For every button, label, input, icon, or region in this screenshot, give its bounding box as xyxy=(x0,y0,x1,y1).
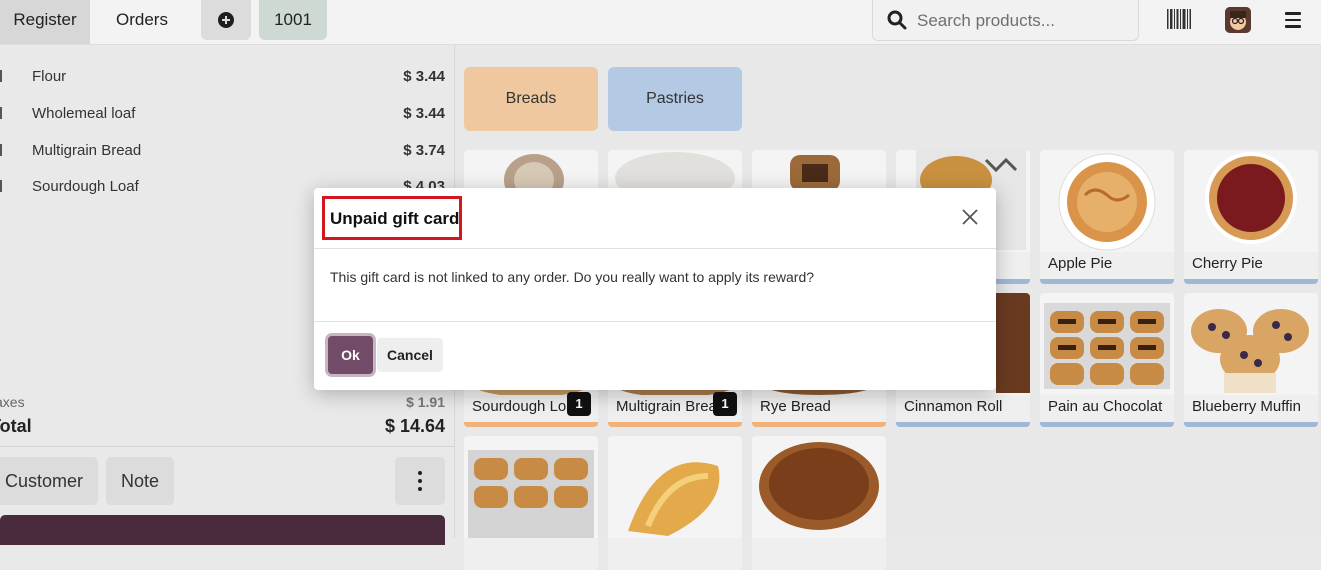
unpaid-gift-card-dialog: Unpaid gift card This gift card is not l… xyxy=(314,188,996,390)
ok-button[interactable]: Ok xyxy=(328,336,373,374)
close-icon[interactable] xyxy=(961,208,979,226)
dialog-title: Unpaid gift card xyxy=(330,209,460,228)
cancel-button[interactable]: Cancel xyxy=(377,338,443,372)
dialog-footer-divider xyxy=(314,321,996,322)
dialog-message: This gift card is not linked to any orde… xyxy=(330,269,815,285)
dialog-header: Unpaid gift card xyxy=(314,188,996,249)
